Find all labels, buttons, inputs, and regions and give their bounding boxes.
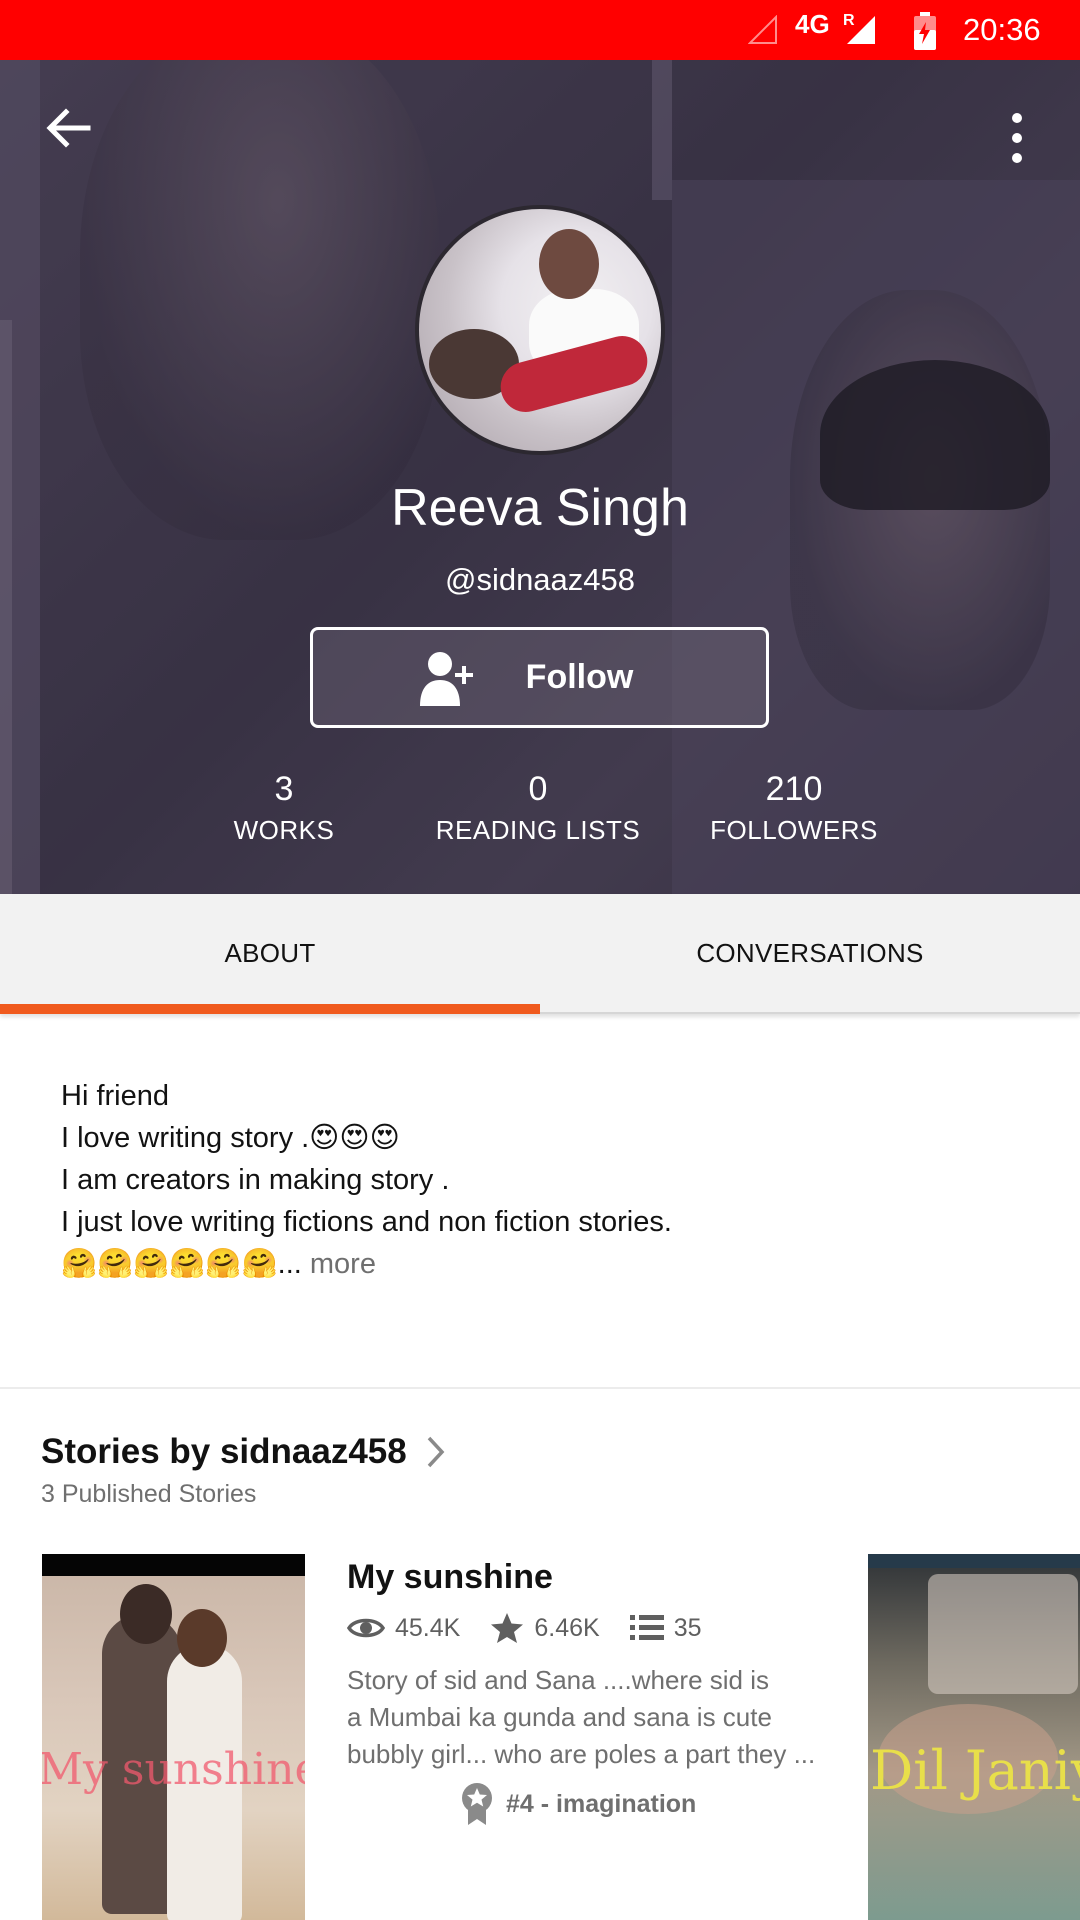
about-line: I am creators in making story . <box>61 1164 450 1196</box>
stat-label: FOLLOWERS <box>710 815 878 845</box>
more-link[interactable]: more <box>302 1248 376 1280</box>
votes-count: 6.46K <box>534 1613 600 1642</box>
about-line: I love writing story .😍😍😍 <box>61 1122 400 1154</box>
award-icon <box>462 1783 492 1825</box>
parts-count: 35 <box>673 1613 702 1642</box>
story-stats: 45.4K 6.46K 35 <box>347 1612 732 1644</box>
chevron-right-icon <box>427 1436 445 1468</box>
network-type: 4G <box>795 9 830 39</box>
status-bar: 4G R 20:36 <box>0 0 1080 60</box>
story-rank[interactable]: #4 - imagination <box>460 1782 696 1826</box>
profile-name: Reeva Singh <box>391 479 689 537</box>
more-vert-icon[interactable] <box>1002 108 1032 168</box>
votes-stat: 6.46K <box>490 1612 600 1644</box>
avatar <box>415 205 665 455</box>
stories-count: 3 Published Stories <box>41 1480 257 1508</box>
description-line: Story of sid and Sana ....where sid is <box>347 1665 769 1695</box>
profile-header: Reeva Singh @sidnaaz458 Follow 3 WORKS 0… <box>0 60 1080 894</box>
background-shade <box>0 60 1080 894</box>
story-description: Story of sid and Sana ....where sid is a… <box>347 1662 827 1773</box>
clock: 20:36 <box>963 12 1041 47</box>
stat-value: 210 <box>765 770 823 808</box>
story-cover[interactable]: Dil Janiy <box>868 1554 1080 1920</box>
story-title[interactable]: My sunshine <box>347 1558 553 1597</box>
about-text: Hi friend I love writing story .😍😍😍 I am… <box>61 1075 1021 1285</box>
stat-followers[interactable]: 210 FOLLOWERS <box>664 770 924 846</box>
follow-button[interactable]: Follow <box>310 627 769 728</box>
story-cover[interactable]: My sunshine <box>42 1554 305 1920</box>
profile-username: @sidnaaz458 <box>444 562 636 597</box>
add-user-icon <box>419 651 473 706</box>
stories-title: Stories by sidnaaz458 <box>41 1432 407 1471</box>
eye-icon <box>347 1618 385 1638</box>
stat-value: 0 <box>528 770 548 808</box>
about-line: Hi friend <box>61 1080 169 1112</box>
parts-stat: 35 <box>629 1613 702 1643</box>
stat-works[interactable]: 3 WORKS <box>154 770 414 846</box>
profile-tabs: ABOUT CONVERSATIONS <box>0 894 1080 1014</box>
about-line-last: 🤗🤗🤗🤗🤗🤗... more <box>61 1243 1021 1285</box>
stat-label: READING LISTS <box>435 815 641 845</box>
tab-about[interactable]: ABOUT <box>0 894 540 1014</box>
divider <box>0 1387 1080 1389</box>
stat-reading-lists[interactable]: 0 READING LISTS <box>408 770 668 846</box>
cover-title: Dil Janiy <box>870 1739 1080 1802</box>
tab-conversations[interactable]: CONVERSATIONS <box>540 894 1080 1012</box>
stat-label: WORKS <box>233 815 335 845</box>
rank-label: #4 - imagination <box>506 1789 697 1818</box>
about-line: 🤗🤗🤗🤗🤗🤗... <box>61 1248 302 1280</box>
about-line: I just love writing fictions and non fic… <box>61 1206 672 1238</box>
reads-stat: 45.4K <box>347 1614 460 1643</box>
star-icon <box>491 1613 524 1643</box>
stories-header[interactable]: Stories by sidnaaz458 <box>41 1432 447 1472</box>
signal-icon <box>847 16 875 44</box>
description-line: a Mumbai ka gunda and sana is cute <box>347 1702 772 1732</box>
signal-empty-icon <box>748 15 777 44</box>
list-icon <box>629 1615 664 1640</box>
cover-title: My sunshine <box>42 1744 305 1795</box>
battery-charging-icon <box>914 12 936 50</box>
description-line: bubbly girl... who are poles a part they… <box>347 1739 816 1769</box>
back-arrow-icon[interactable] <box>44 104 92 152</box>
reads-count: 45.4K <box>395 1613 461 1642</box>
stat-value: 3 <box>274 770 294 808</box>
follow-label: Follow <box>525 658 634 696</box>
